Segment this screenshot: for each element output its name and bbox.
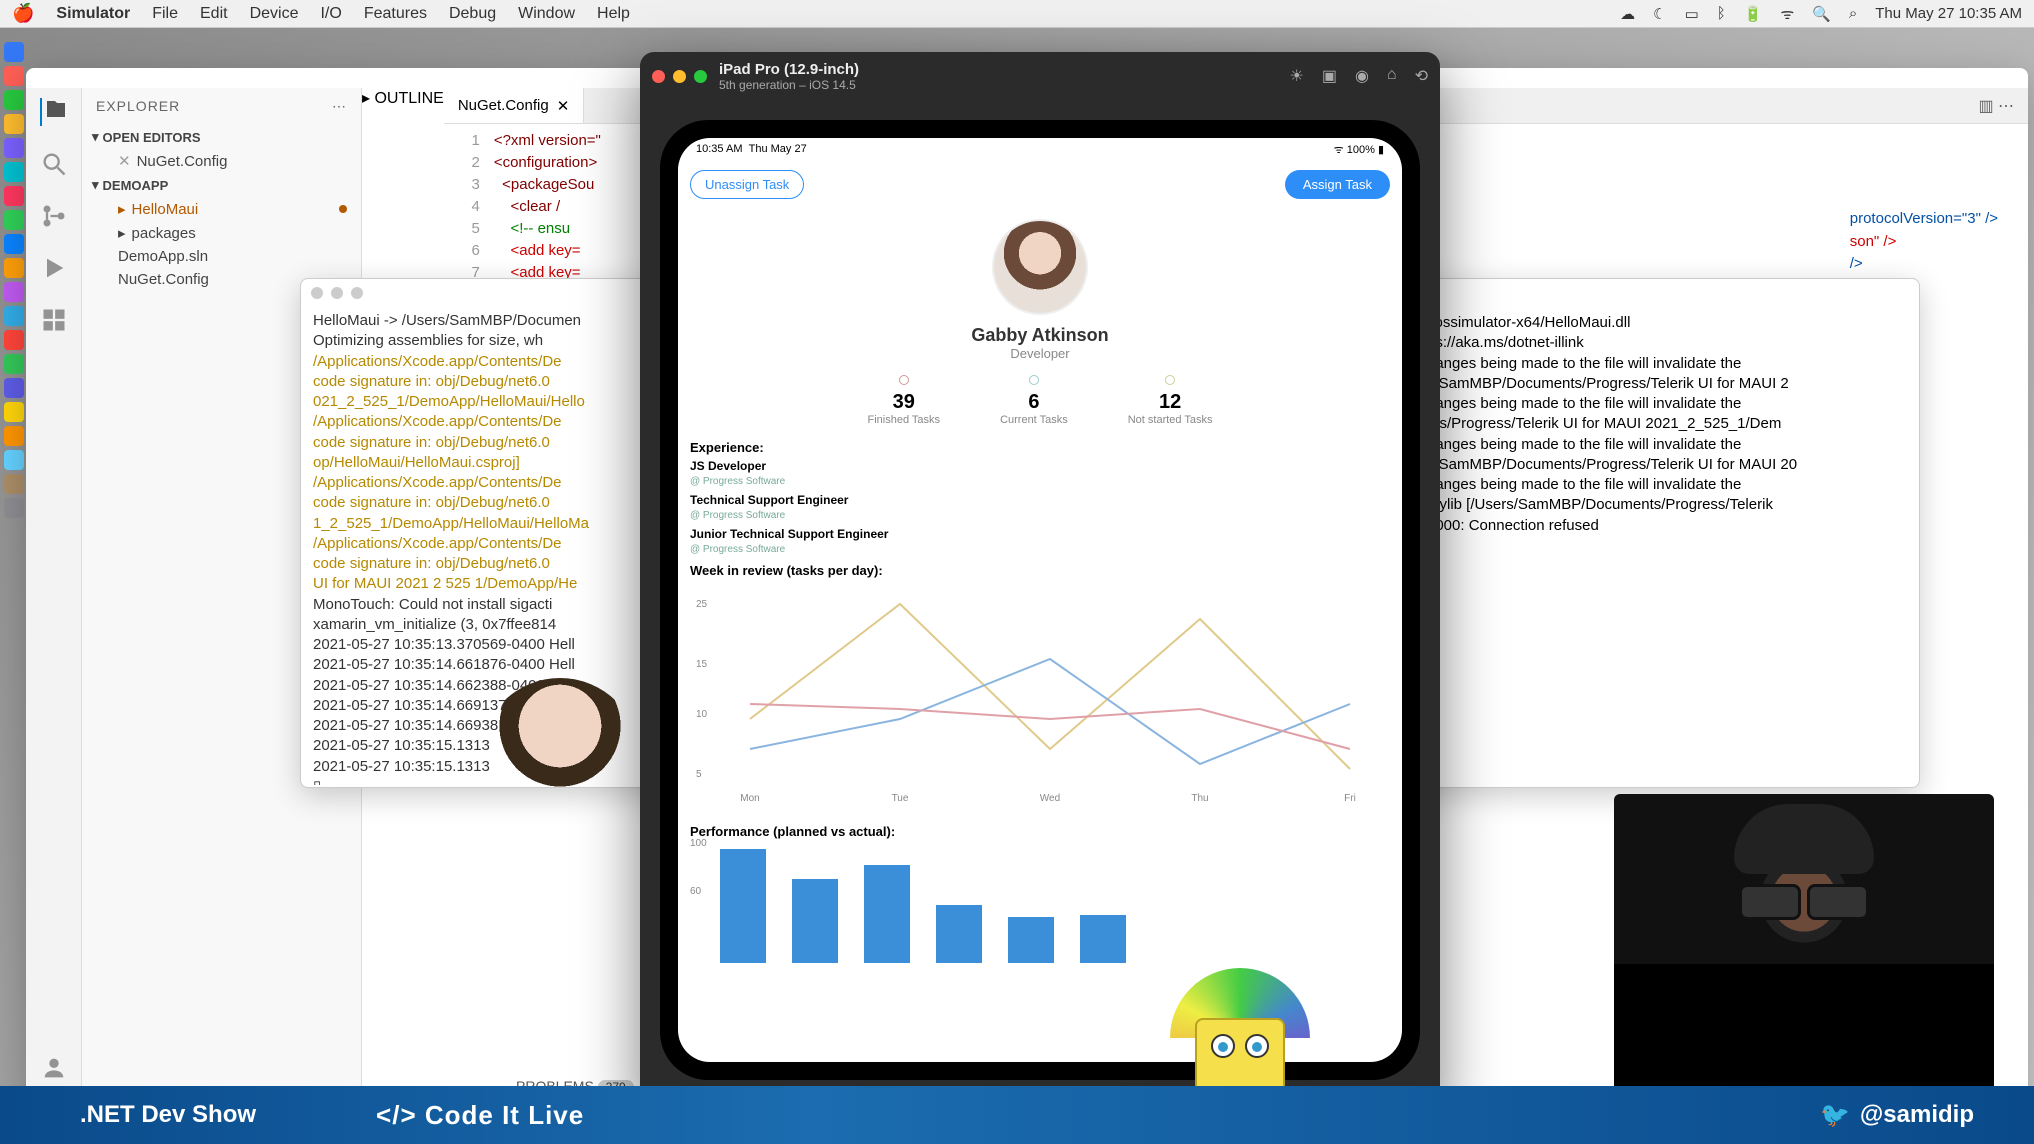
menubar-search-icon[interactable]: 🔍 — [1812, 5, 1831, 23]
menu-file[interactable]: File — [152, 5, 178, 23]
traffic-min-icon[interactable] — [331, 287, 343, 299]
menubar-control-center-icon[interactable]: ⌕ — [1849, 5, 1857, 22]
twitter-handle: @samidip — [1860, 1101, 1974, 1129]
menu-debug[interactable]: Debug — [449, 5, 496, 23]
show-name: .NET Dev Show — [80, 1101, 256, 1129]
project-section[interactable]: ▾ DEMOAPP — [82, 173, 361, 197]
explorer-title: EXPLORER — [96, 98, 180, 115]
apple-menu[interactable]: 🍎 — [12, 3, 34, 24]
sidebar-more-icon[interactable]: ⋯ — [332, 98, 347, 115]
profile-avatar — [992, 219, 1088, 315]
unassign-task-button[interactable]: Unassign Task — [690, 170, 804, 199]
explorer-icon[interactable] — [40, 98, 68, 126]
svg-text:Wed: Wed — [1040, 793, 1060, 804]
exp-item: JS Developer@ Progress Software — [690, 459, 1390, 487]
tree-folder-hellomaui[interactable]: ▸ HelloMaui — [82, 197, 361, 221]
menu-help[interactable]: Help — [597, 5, 630, 23]
perf-label: Performance (planned vs actual): — [690, 824, 1390, 839]
menubar-cloud-icon[interactable]: ☁︎ — [1620, 5, 1635, 23]
menu-features[interactable]: Features — [364, 5, 427, 23]
file-label: NuGet.Config — [137, 153, 228, 170]
sim-record-icon[interactable]: ◉ — [1355, 66, 1369, 86]
close-tab-icon[interactable]: ✕ — [557, 97, 570, 115]
face-sticker — [480, 678, 640, 838]
sim-screenshot-icon[interactable]: ▣ — [1322, 66, 1337, 86]
debug-icon[interactable] — [40, 254, 68, 282]
svg-text:Mon: Mon — [740, 793, 759, 804]
menubar-bluetooth-icon[interactable]: ᛒ — [1717, 5, 1726, 22]
app-content: Unassign Task Assign Task Gabby Atkinson… — [678, 160, 1402, 1062]
svg-text:Fri: Fri — [1344, 793, 1356, 804]
twitter-icon: 🐦 — [1820, 1101, 1850, 1130]
editor-tab[interactable]: NuGet.Config ✕ — [444, 88, 584, 123]
tree-file-sln[interactable]: DemoApp.sln — [82, 245, 361, 268]
menu-device[interactable]: Device — [250, 5, 299, 23]
menu-io[interactable]: I/O — [320, 5, 341, 23]
ipad-statusbar: 10:35 AM Thu May 27 ᯤ 100% ▮ — [678, 138, 1402, 160]
svg-text:25: 25 — [696, 599, 708, 610]
menu-edit[interactable]: Edit — [200, 5, 228, 23]
account-icon[interactable] — [40, 1054, 68, 1082]
split-editor-icon[interactable]: ▥ ⋯ — [1964, 96, 2028, 116]
extensions-icon[interactable] — [40, 306, 68, 334]
profile-name: Gabby Atkinson — [690, 325, 1390, 346]
bar-chart: 100 60 — [690, 843, 1390, 963]
week-label: Week in review (tasks per day): — [690, 563, 1390, 578]
ipad-frame: 10:35 AM Thu May 27 ᯤ 100% ▮ Unassign Ta… — [660, 120, 1420, 1080]
sim-home-icon[interactable]: ⌂ — [1387, 66, 1397, 86]
menu-window[interactable]: Window — [518, 5, 575, 23]
open-editors-section[interactable]: ▾ OPEN EDITORS — [82, 125, 361, 149]
sim-close-icon[interactable] — [652, 70, 665, 83]
tab-label: NuGet.Config — [458, 97, 549, 114]
exp-item: Junior Technical Support Engineer@ Progr… — [690, 527, 1390, 555]
svg-text:15: 15 — [696, 659, 708, 670]
sim-min-icon[interactable] — [673, 70, 686, 83]
svg-text:Tue: Tue — [892, 793, 909, 804]
svg-text:Thu: Thu — [1191, 793, 1208, 804]
stat-finished: 39Finished Tasks — [868, 375, 941, 426]
traffic-close-icon[interactable] — [311, 287, 323, 299]
sim-appearance-icon[interactable]: ☀︎ — [1289, 66, 1303, 86]
sim-title: iPad Pro (12.9-inch) — [719, 61, 859, 78]
menubar-display-icon[interactable]: ▭ — [1685, 5, 1699, 23]
menubar-clock[interactable]: Thu May 27 10:35 AM — [1875, 5, 2022, 22]
svg-text:10: 10 — [696, 709, 708, 720]
mac-menubar: 🍎 Simulator File Edit Device I/O Feature… — [0, 0, 2034, 28]
source-control-icon[interactable] — [40, 202, 68, 230]
assign-task-button[interactable]: Assign Task — [1285, 170, 1390, 199]
profile-role: Developer — [690, 346, 1390, 361]
experience-label: Experience: — [690, 440, 1390, 455]
search-icon[interactable] — [40, 150, 68, 178]
line-chart: 25 15 10 5 Mon Tue Wed Thu Fri — [690, 584, 1390, 814]
menubar-moon-icon[interactable]: ☾ — [1653, 5, 1666, 23]
stream-banner: .NET Dev Show </> Code It Live 🐦@samidip — [0, 1086, 2034, 1144]
sim-subtitle: 5th generation – iOS 14.5 — [719, 78, 859, 92]
exp-item: Technical Support Engineer@ Progress Sof… — [690, 493, 1390, 521]
mac-dock — [0, 38, 28, 522]
open-editor-file[interactable]: ✕ NuGet.Config — [82, 149, 361, 173]
sim-max-icon[interactable] — [694, 70, 707, 83]
stat-notstarted: 12Not started Tasks — [1128, 375, 1213, 426]
simulator-window: iPad Pro (12.9-inch) 5th generation – iO… — [640, 52, 1440, 1112]
svg-text:5: 5 — [696, 769, 702, 780]
tagline: Code It Live — [425, 1100, 584, 1130]
tree-folder-packages[interactable]: ▸ packages — [82, 221, 361, 245]
sim-rotate-icon[interactable]: ⟲ — [1415, 66, 1428, 86]
webcam-overlay — [1614, 794, 1994, 1094]
menubar-wifi-icon[interactable]: ᯤ — [1780, 4, 1794, 24]
close-icon[interactable]: ✕ — [118, 152, 131, 170]
menubar-battery-icon[interactable]: 🔋 — [1744, 5, 1763, 23]
activity-bar — [26, 88, 82, 1144]
code-fragment: protocolVersion="3" /> — [1850, 208, 1998, 231]
stat-current: 6Current Tasks — [1000, 375, 1068, 426]
traffic-max-icon[interactable] — [351, 287, 363, 299]
app-name[interactable]: Simulator — [56, 5, 130, 23]
